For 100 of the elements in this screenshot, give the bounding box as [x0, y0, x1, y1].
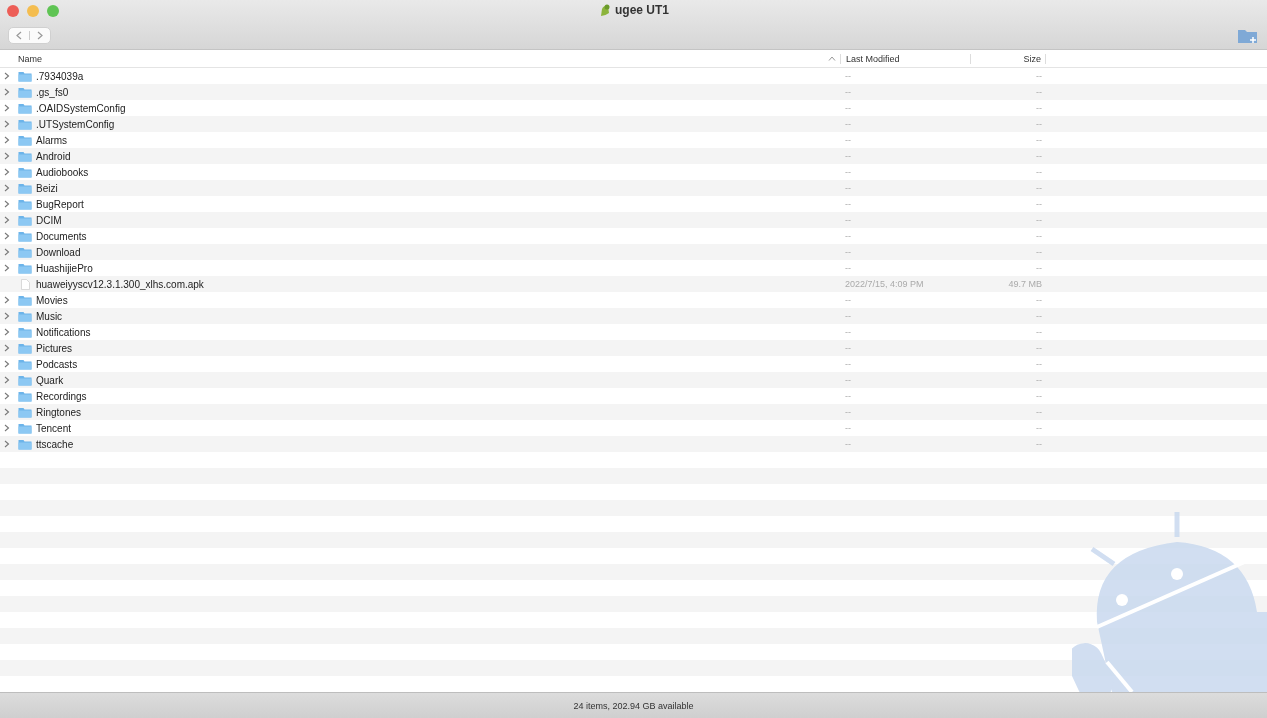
file-size: -- [1036, 167, 1042, 177]
folder-icon [18, 438, 32, 450]
modified-date: 2022/7/15, 4:09 PM [845, 279, 924, 289]
file-name[interactable]: Documents [36, 230, 87, 242]
file-name[interactable]: Beizi [36, 182, 58, 194]
file-name[interactable]: Ringtones [36, 406, 82, 418]
file-size: -- [1036, 359, 1042, 369]
file-size: -- [1036, 151, 1042, 161]
modified-date: -- [845, 87, 851, 97]
file-size: -- [1036, 391, 1042, 401]
folder-icon [18, 310, 32, 322]
folder-icon [18, 374, 32, 386]
modified-date: -- [845, 199, 851, 209]
status-text: 24 items, 202.94 GB available [573, 700, 694, 711]
sort-ascending-icon[interactable] [828, 56, 836, 61]
file-name[interactable]: Pictures [36, 342, 73, 354]
folder-icon [18, 422, 32, 434]
file-name[interactable]: Download [36, 246, 81, 258]
folder-icon [18, 118, 32, 130]
folder-icon [18, 326, 32, 338]
file-name[interactable]: huaweiyyscv12.3.1.300_xlhs.com.apk [36, 278, 204, 290]
folder-icon [18, 294, 32, 306]
modified-date: -- [845, 311, 851, 321]
file-name[interactable]: Alarms [36, 134, 68, 146]
modified-date: -- [845, 119, 851, 129]
back-forward-control[interactable] [8, 27, 51, 44]
folder-icon [18, 182, 32, 194]
folder-icon [18, 390, 32, 402]
forward-icon[interactable] [37, 31, 43, 40]
file-name[interactable]: Music [36, 310, 63, 322]
column-header[interactable]: Name [18, 53, 42, 64]
folder-icon [18, 86, 32, 98]
file-size: -- [1036, 103, 1042, 113]
file-name[interactable]: Recordings [36, 390, 87, 402]
file-size: -- [1036, 183, 1042, 193]
folder-icon [18, 198, 32, 210]
modified-date: -- [845, 407, 851, 417]
column-header[interactable]: Last Modified [846, 53, 900, 64]
file-size: 49.7 MB [1008, 279, 1042, 289]
file-name[interactable]: Movies [36, 294, 68, 306]
file-size: -- [1036, 407, 1042, 417]
file-name[interactable]: HuashijiePro [36, 262, 93, 274]
file-name[interactable]: BugReport [36, 198, 84, 210]
file-name[interactable]: Tencent [36, 422, 72, 434]
file-size: -- [1036, 87, 1042, 97]
modified-date: -- [845, 231, 851, 241]
modified-date: -- [845, 391, 851, 401]
file-name[interactable]: Android [36, 150, 71, 162]
folder-icon [18, 342, 32, 354]
file-size: -- [1036, 215, 1042, 225]
modified-date: -- [845, 151, 851, 161]
folder-icon [18, 358, 32, 370]
folder-icon [18, 406, 32, 418]
new-folder-icon[interactable] [1237, 27, 1259, 44]
modified-date: -- [845, 327, 851, 337]
modified-date: -- [845, 71, 851, 81]
file-name[interactable]: Notifications [36, 326, 91, 338]
modified-date: -- [845, 295, 851, 305]
file-size: -- [1036, 263, 1042, 273]
file-size: -- [1036, 423, 1042, 433]
column-header[interactable]: Size [1023, 53, 1041, 64]
file-name[interactable]: Quark [36, 374, 64, 386]
file-size: -- [1036, 327, 1042, 337]
folder-icon [18, 102, 32, 114]
file-name[interactable]: Audiobooks [36, 166, 89, 178]
file-size: -- [1036, 375, 1042, 385]
file-size: -- [1036, 343, 1042, 353]
modified-date: -- [845, 359, 851, 369]
modified-date: -- [845, 423, 851, 433]
file-name[interactable]: .UTSystemConfig [36, 118, 115, 130]
folder-icon [18, 262, 32, 274]
modified-date: -- [845, 135, 851, 145]
folder-icon [18, 230, 32, 242]
file-size: -- [1036, 295, 1042, 305]
modified-date: -- [845, 215, 851, 225]
folder-icon [18, 214, 32, 226]
file-name[interactable]: ttscache [36, 438, 74, 450]
file-size: -- [1036, 135, 1042, 145]
back-icon[interactable] [16, 31, 22, 40]
file-name[interactable]: .OAIDSystemConfig [36, 102, 126, 114]
close-button[interactable] [7, 5, 19, 17]
modified-date: -- [845, 183, 851, 193]
modified-date: -- [845, 343, 851, 353]
file-name[interactable]: .gs_fs0 [36, 86, 69, 98]
folder-icon [18, 150, 32, 162]
modified-date: -- [845, 439, 851, 449]
file-size: -- [1036, 199, 1042, 209]
android-icon [598, 3, 611, 17]
modified-date: -- [845, 375, 851, 385]
window-title: ugee UT1 [615, 3, 669, 17]
folder-icon [18, 246, 32, 258]
modified-date: -- [845, 263, 851, 273]
file-size: -- [1036, 119, 1042, 129]
file-size: -- [1036, 311, 1042, 321]
modified-date: -- [845, 167, 851, 177]
folder-icon [18, 166, 32, 178]
file-name[interactable]: .7934039a [36, 70, 84, 82]
file-name[interactable]: DCIM [36, 214, 62, 226]
file-name[interactable]: Podcasts [36, 358, 78, 370]
modified-date: -- [845, 103, 851, 113]
